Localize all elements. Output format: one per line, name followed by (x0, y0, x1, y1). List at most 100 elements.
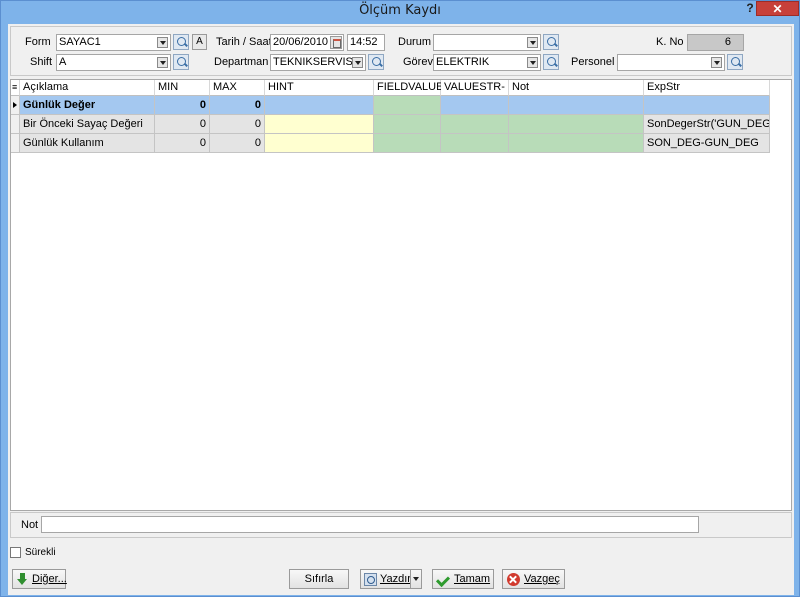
column-header-min[interactable]: MIN (155, 80, 210, 96)
row-selector-icon[interactable]: ≡ (11, 80, 20, 96)
chevron-down-icon[interactable] (527, 57, 538, 68)
print-button[interactable]: Yazdır (360, 569, 422, 589)
print-button-label: Yazdır (380, 573, 411, 585)
cell-min[interactable]: 0 (155, 96, 210, 115)
column-header-desc[interactable]: Açıklama (20, 80, 155, 96)
cell-desc[interactable]: Günlük Değer (20, 96, 155, 115)
kno-label: K. No (656, 36, 684, 48)
cell-valuestr[interactable] (441, 96, 509, 115)
column-header-hint[interactable]: HINT (265, 80, 374, 96)
cell-not[interactable] (509, 96, 644, 115)
continuous-checkbox[interactable] (10, 547, 21, 558)
chevron-down-icon[interactable] (527, 37, 538, 48)
note-input[interactable] (41, 516, 699, 533)
help-button[interactable]: ? (743, 1, 757, 15)
cell-min[interactable]: 0 (155, 115, 210, 134)
form-value: SAYAC1 (59, 36, 101, 48)
personnel-label: Personel (571, 56, 615, 68)
print-preview-icon (364, 573, 377, 586)
duty-value: ELEKTRIK (436, 56, 490, 68)
status-select[interactable] (433, 34, 541, 51)
cell-max[interactable]: 0 (210, 134, 265, 153)
row-indicator[interactable] (11, 115, 20, 134)
shift-label: Shift (30, 56, 53, 68)
row-indicator-icon[interactable] (11, 96, 20, 115)
chevron-down-icon[interactable] (157, 57, 168, 68)
cell-min[interactable]: 0 (155, 134, 210, 153)
window-title: Ölçüm Kaydı (359, 3, 441, 18)
footer-panel: Sürekli Diğer... Sıfırla Yazdır Tamam Va… (8, 542, 794, 595)
cell-fieldvalue[interactable] (374, 134, 441, 153)
form-lookup-button[interactable] (173, 34, 189, 50)
cancel-button-label: Vazgeç (524, 573, 560, 585)
duty-select[interactable]: ELEKTRIK (433, 54, 541, 71)
close-button[interactable]: ✕ (756, 1, 799, 16)
note-label: Not (21, 519, 39, 531)
column-header-expstr[interactable]: ExpStr (644, 80, 770, 96)
column-header-fieldvalue[interactable]: FIELDVALUE- (374, 80, 447, 96)
other-button[interactable]: Diğer... (12, 569, 67, 589)
arrow-down-icon (16, 573, 29, 586)
cancel-button[interactable]: Vazgeç (502, 569, 565, 589)
cell-expstr[interactable]: SonDegerStr('GUN_DEG') (644, 115, 770, 134)
title-bar: Ölçüm Kaydı ? ✕ (1, 1, 799, 21)
cell-fieldvalue[interactable] (374, 115, 441, 134)
chevron-down-icon[interactable] (157, 37, 168, 48)
department-label: Departman (214, 56, 269, 68)
column-header-max[interactable]: MAX (210, 80, 265, 96)
cell-desc[interactable]: Bir Önceki Sayaç Değeri (20, 115, 155, 134)
cell-hint[interactable] (265, 96, 374, 115)
status-lookup-button[interactable] (543, 34, 559, 50)
shift-value: A (59, 56, 67, 68)
cell-hint[interactable] (265, 115, 374, 134)
form-select[interactable]: SAYAC1 (56, 34, 171, 51)
personnel-select[interactable] (617, 54, 725, 71)
chevron-down-icon[interactable] (711, 57, 722, 68)
date-label: Tarih / Saat (216, 36, 272, 48)
form-label: Form (25, 36, 51, 48)
time-value: 14:52 (350, 36, 378, 48)
reset-button[interactable]: Sıfırla (289, 569, 349, 589)
cell-not[interactable] (509, 115, 644, 134)
dialog-window: Ölçüm Kaydı ? ✕ Form SAYAC1 A Tarih / Sa… (0, 0, 800, 597)
status-label: Durum (398, 36, 432, 48)
ok-button[interactable]: Tamam (432, 569, 494, 589)
cancel-icon (507, 573, 520, 586)
shift-select[interactable]: A (56, 54, 171, 71)
calendar-icon[interactable] (330, 36, 342, 49)
cell-not[interactable] (509, 134, 644, 153)
cell-fieldvalue[interactable] (374, 96, 441, 115)
ok-button-label: Tamam (454, 573, 491, 585)
time-field[interactable]: 14:52 (347, 34, 385, 51)
cell-desc[interactable]: Günlük Kullanım (20, 134, 155, 153)
duty-lookup-button[interactable] (543, 54, 559, 70)
checkmark-icon (437, 573, 450, 586)
personnel-lookup-button[interactable] (727, 54, 743, 70)
duty-label: Görev (403, 56, 433, 68)
row-indicator[interactable] (11, 134, 20, 153)
other-button-label: Diğer... (32, 573, 67, 585)
cell-valuestr[interactable] (441, 115, 509, 134)
column-header-not[interactable]: Not (509, 80, 644, 96)
continuous-label: Sürekli (25, 547, 56, 558)
cell-hint[interactable] (265, 134, 374, 153)
date-value: 20/06/2010 (273, 36, 329, 48)
department-select[interactable]: TEKNIKSERVIS_ (270, 54, 366, 71)
cell-max[interactable]: 0 (210, 96, 265, 115)
column-header-valuestr[interactable]: VALUESTR- (441, 80, 509, 96)
department-value: TEKNIKSERVIS_ (273, 56, 359, 68)
header-panel: Form SAYAC1 A Tarih / Saat 20/06/2010 14… (10, 26, 792, 76)
cell-expstr[interactable]: SON_DEG-GUN_DEG (644, 134, 770, 153)
measurement-grid[interactable]: ≡ Açıklama MIN MAX HINT FIELDVALUE- VALU… (10, 79, 792, 511)
cell-valuestr[interactable] (441, 134, 509, 153)
department-lookup-button[interactable] (368, 54, 384, 70)
cell-max[interactable]: 0 (210, 115, 265, 134)
date-field[interactable]: 20/06/2010 (270, 34, 344, 51)
note-panel: Not (10, 512, 792, 538)
dialog-client-area: Form SAYAC1 A Tarih / Saat 20/06/2010 14… (8, 24, 794, 595)
shift-lookup-button[interactable] (173, 54, 189, 70)
chevron-down-icon[interactable] (352, 57, 363, 68)
cell-expstr[interactable] (644, 96, 770, 115)
a-button[interactable]: A (192, 34, 207, 50)
chevron-down-icon[interactable] (410, 570, 421, 588)
